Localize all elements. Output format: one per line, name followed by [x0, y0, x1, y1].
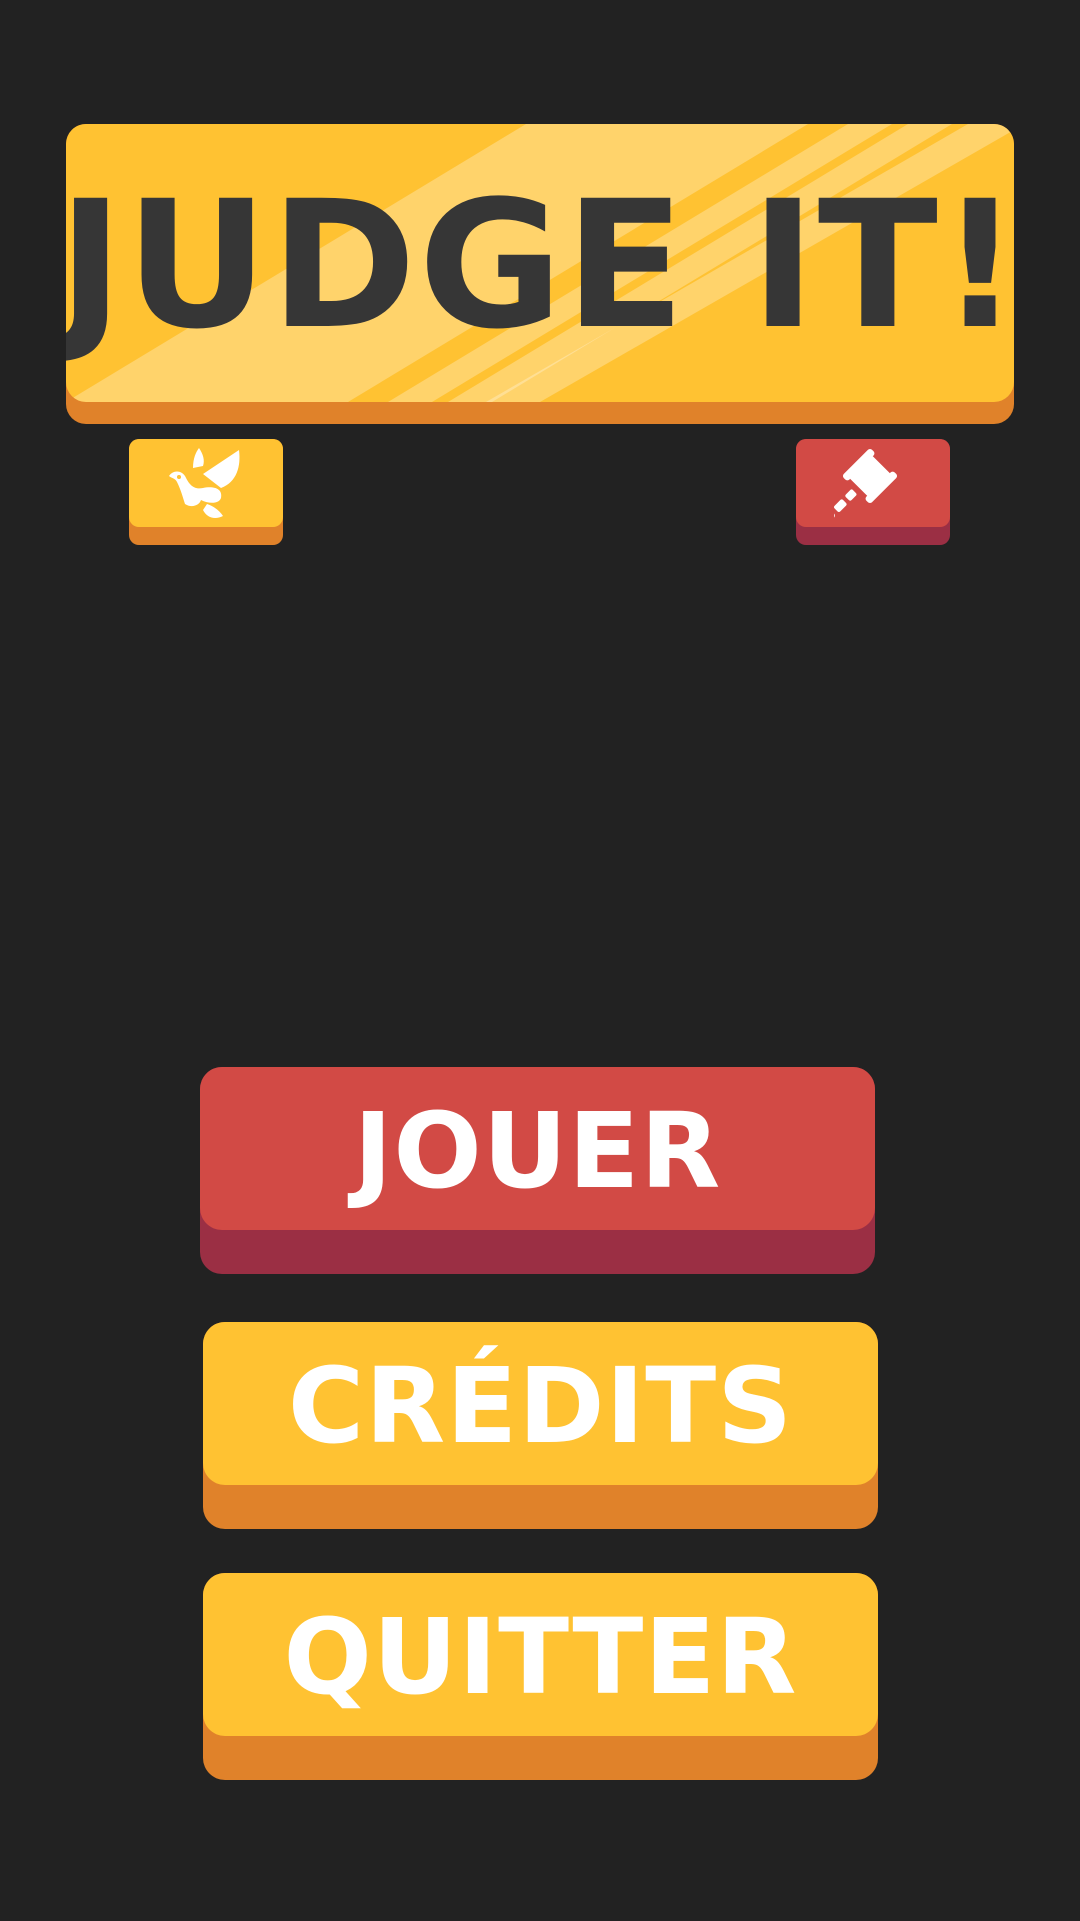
credits-button-label: CRÉDITS	[287, 1344, 794, 1467]
title-banner: JUDGE IT!	[66, 124, 1014, 424]
play-button[interactable]: JOUER	[200, 1067, 875, 1274]
gavel-icon	[834, 448, 898, 520]
title-banner-face: JUDGE IT!	[66, 124, 1014, 402]
credits-button-face[interactable]: CRÉDITS	[203, 1322, 878, 1485]
play-button-label: JOUER	[353, 1089, 722, 1212]
gavel-button-face[interactable]	[796, 439, 950, 527]
game-title: JUDGE IT!	[66, 163, 1014, 368]
gavel-button[interactable]	[796, 439, 950, 545]
quit-button-face[interactable]: QUITTER	[203, 1573, 878, 1736]
quit-button-label: QUITTER	[283, 1595, 798, 1718]
dove-icon	[169, 448, 240, 518]
dove-button[interactable]	[129, 439, 283, 545]
play-button-face[interactable]: JOUER	[200, 1067, 875, 1230]
dove-button-face[interactable]	[129, 439, 283, 527]
quit-button[interactable]: QUITTER	[203, 1573, 878, 1780]
credits-button[interactable]: CRÉDITS	[203, 1322, 878, 1529]
